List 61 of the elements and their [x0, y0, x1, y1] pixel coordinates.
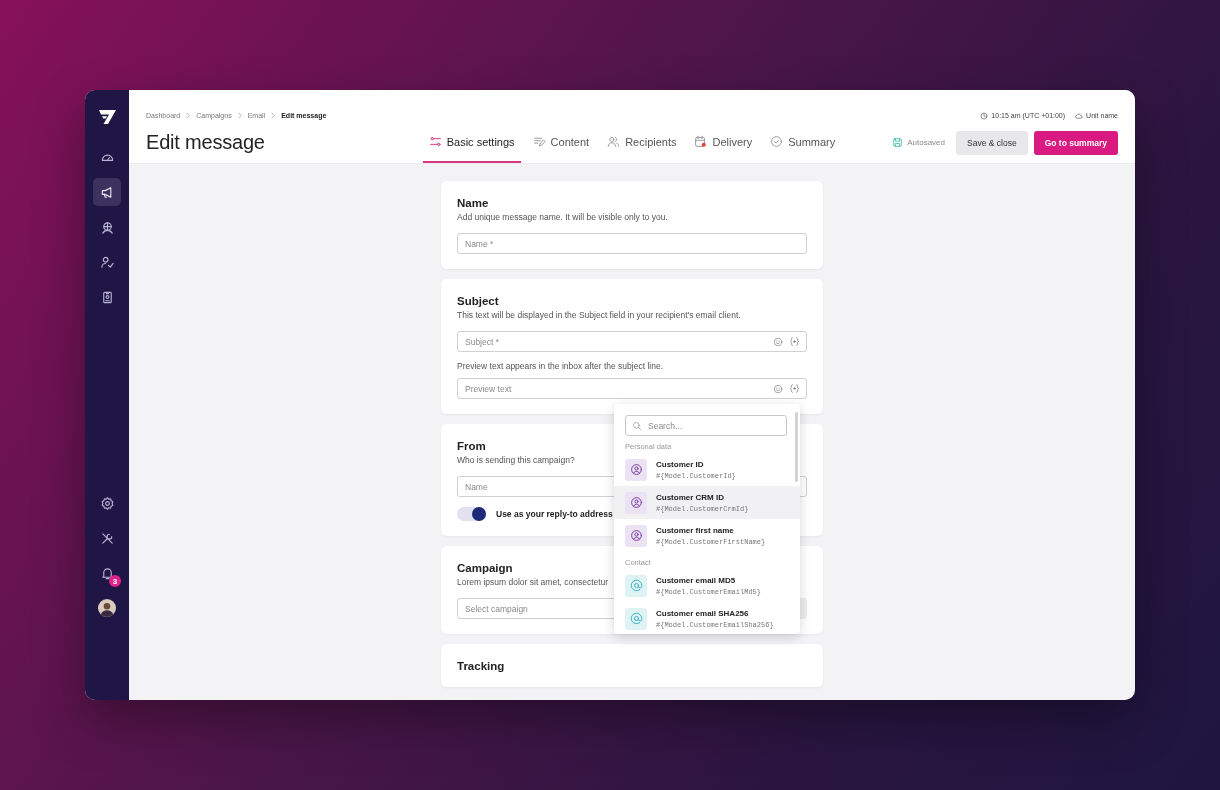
- check-circle-icon: [770, 135, 784, 148]
- user-check-icon: [99, 254, 115, 270]
- card-title: From: [457, 440, 486, 452]
- input-field[interactable]: Preview text: [457, 378, 807, 399]
- save-close-button[interactable]: Save & close: [956, 130, 1028, 155]
- emoji-icon: [773, 383, 783, 394]
- emoji-icon: [773, 336, 783, 347]
- toggle-label: Use as your reply-to address: [496, 509, 613, 519]
- sidebar-item[interactable]: 3: [93, 559, 121, 587]
- logo-icon: [98, 110, 116, 124]
- calendar-icon: [694, 135, 708, 148]
- save-icon: [892, 137, 904, 148]
- summary-button[interactable]: Go to summary: [1033, 130, 1118, 155]
- user-circle-icon: [629, 529, 643, 542]
- card-description: Lorem ipsum dolor sit amet, consectetur: [457, 577, 609, 587]
- sidebar-item[interactable]: [93, 178, 121, 206]
- search-icon: [632, 420, 642, 431]
- user-circle-icon: [629, 496, 643, 509]
- autosave-status: Autosaved: [907, 138, 945, 147]
- toggle-switch[interactable]: [457, 507, 486, 521]
- variable-icon: [789, 336, 800, 347]
- chevron-right-icon: [236, 112, 243, 119]
- cloud-icon: [1075, 111, 1084, 120]
- chevron-right-icon: [185, 112, 192, 119]
- tools-icon: [99, 530, 115, 546]
- card-title: Campaign: [457, 562, 513, 574]
- page-title: Edit message: [146, 131, 266, 154]
- bell-icon: [99, 565, 115, 581]
- input-field[interactable]: Subject *: [457, 331, 807, 352]
- tab[interactable]: Summary: [764, 122, 842, 163]
- field-hint: Preview text appears in the inbox after the subject line.: [457, 361, 663, 371]
- avatar-icon: [98, 599, 116, 617]
- user-circle-icon: [629, 463, 643, 476]
- card-title: Subject: [457, 295, 499, 307]
- tab[interactable]: Delivery: [688, 122, 759, 163]
- sliders-icon: [428, 135, 442, 148]
- option-label: Customer email MD5: [656, 575, 737, 585]
- card-title: Name: [457, 197, 489, 209]
- option-label: Customer CRM ID: [656, 492, 725, 502]
- tab[interactable]: Content: [526, 122, 596, 163]
- text-edit-icon: [532, 135, 546, 148]
- card-title: Tracking: [457, 660, 505, 672]
- chevron-right-icon: [270, 112, 277, 119]
- card-description: Who is sending this campaign?: [457, 455, 575, 465]
- search-field[interactable]: Search...: [625, 415, 787, 436]
- input-field[interactable]: Name *: [457, 233, 807, 254]
- variable-icon: [789, 383, 800, 394]
- tab[interactable]: Basic settings: [422, 122, 521, 163]
- people-icon: [607, 135, 621, 148]
- settings-icon: [99, 495, 115, 511]
- tab[interactable]: Recipients: [601, 122, 683, 163]
- option-label: Customer ID: [656, 459, 705, 469]
- head-icon: [99, 219, 115, 235]
- card-description: This text will be displayed in the Subject field in your recipient's email client.: [457, 310, 741, 320]
- scrollbar[interactable]: [795, 412, 798, 482]
- at-sign-icon: [629, 612, 643, 625]
- option-label: Customer first name: [656, 525, 735, 535]
- at-sign-icon: [629, 579, 643, 592]
- notification-badge: 3: [109, 575, 121, 587]
- clock-icon: [980, 111, 989, 120]
- card-description: Add unique message name. It will be visible only to you.: [457, 212, 668, 222]
